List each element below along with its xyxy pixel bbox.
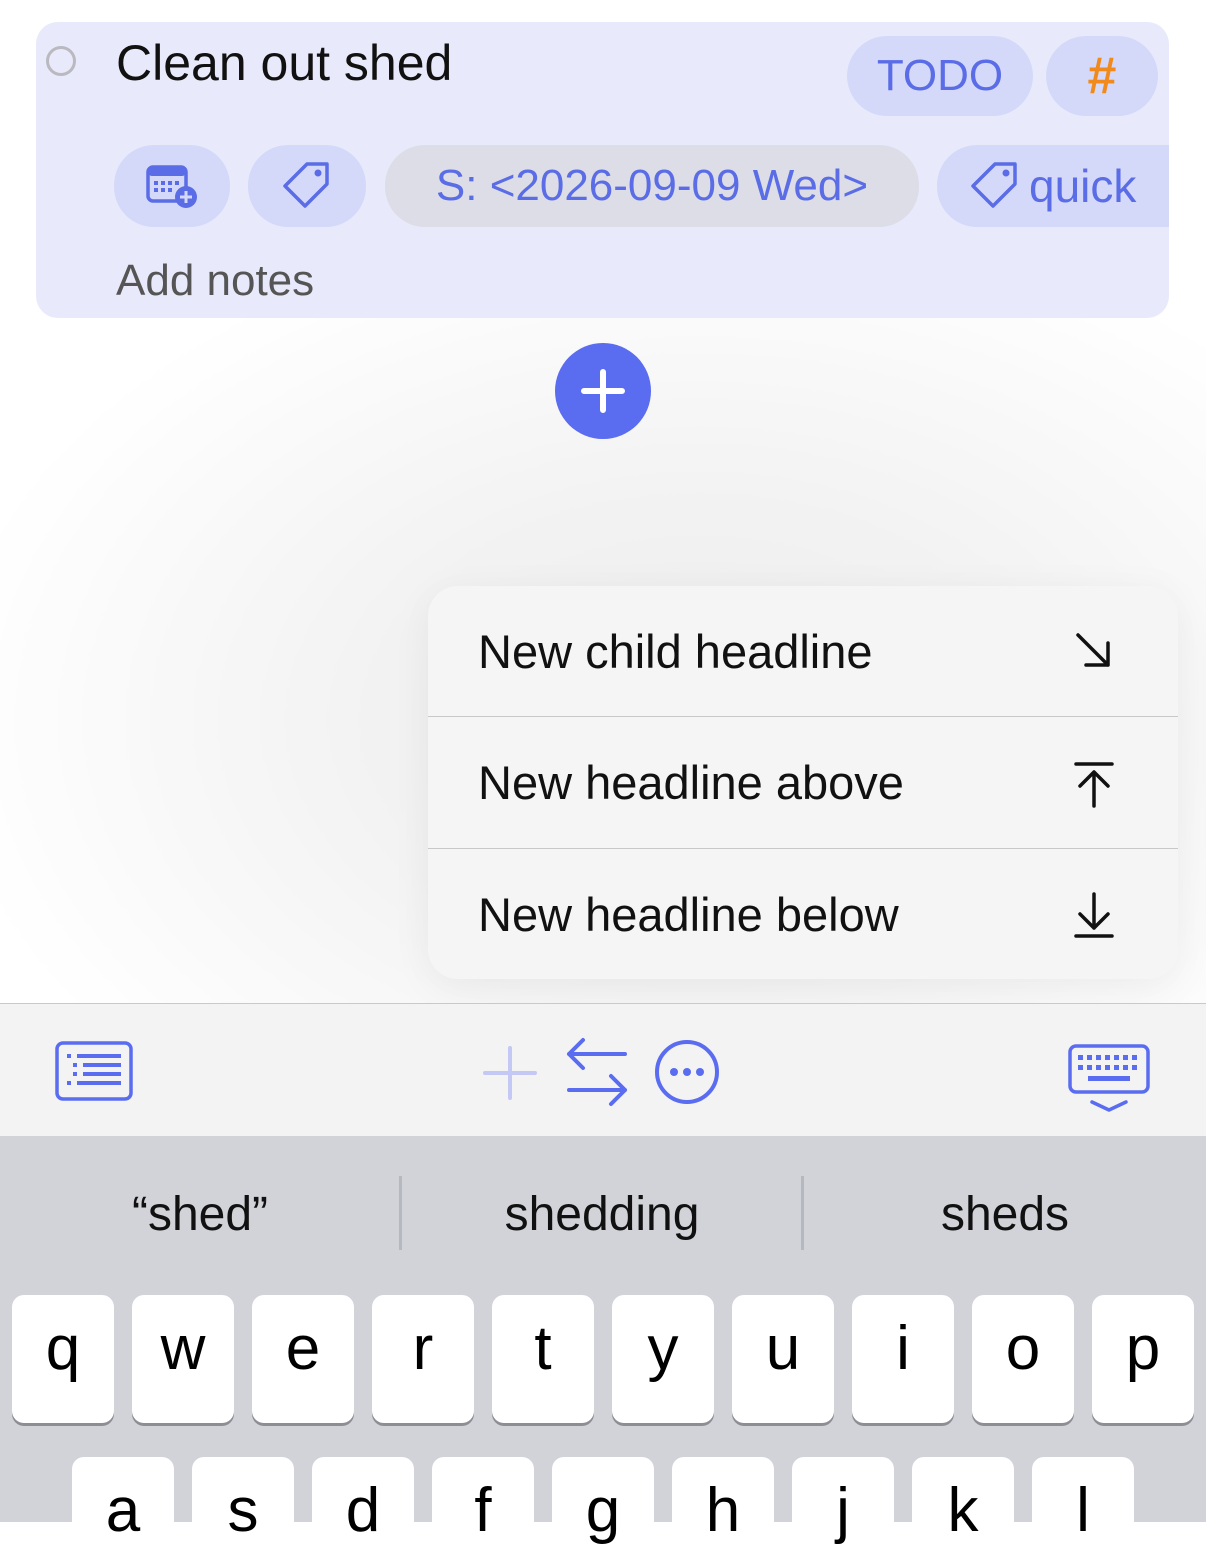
key-g[interactable]: g (552, 1457, 654, 1545)
arrow-down-right-icon (1076, 633, 1110, 667)
calendar-add-icon (146, 165, 197, 208)
keyboard-dismiss-icon[interactable] (1068, 1044, 1150, 1114)
outline-list-icon[interactable] (55, 1041, 133, 1103)
key-e[interactable]: e (252, 1295, 354, 1423)
key-w[interactable]: w (132, 1295, 234, 1423)
key-q[interactable]: q (12, 1295, 114, 1423)
key-h[interactable]: h (672, 1457, 774, 1545)
editor-toolbar (0, 1003, 1206, 1137)
key-i[interactable]: i (852, 1295, 954, 1423)
key-y[interactable]: y (612, 1295, 714, 1423)
plus-icon (581, 369, 625, 413)
menu-item-label: New headline above (478, 756, 904, 809)
notes-field[interactable]: Add notes (116, 256, 314, 306)
menu-item-new-headline-below[interactable]: New headline below (428, 849, 1178, 979)
hash-button[interactable]: # (1046, 36, 1158, 116)
key-t[interactable]: t (492, 1295, 594, 1423)
key-j[interactable]: j (792, 1457, 894, 1545)
key-p[interactable]: p (1092, 1295, 1194, 1423)
suggestion-3[interactable]: sheds (804, 1176, 1206, 1252)
key-r[interactable]: r (372, 1295, 474, 1423)
arrow-up-to-line-icon (1074, 762, 1114, 808)
tag-chip-label: quick (1029, 160, 1137, 212)
swap-arrows-icon[interactable] (563, 1034, 631, 1110)
tag-icon (971, 162, 1017, 208)
key-u[interactable]: u (732, 1295, 834, 1423)
task-title[interactable]: Clean out shed (116, 34, 452, 92)
key-a[interactable]: a (72, 1457, 174, 1545)
scheduled-date-chip[interactable]: S: <2026-09-09 Wed> (385, 145, 919, 227)
add-headline-menu: New child headline New headline above Ne… (428, 586, 1178, 979)
add-headline-button[interactable] (555, 343, 651, 439)
menu-item-label: New headline below (478, 888, 899, 941)
key-o[interactable]: o (972, 1295, 1074, 1423)
todo-status-button[interactable]: TODO (847, 36, 1033, 116)
tag-icon (283, 162, 329, 208)
menu-item-new-headline-above[interactable]: New headline above (428, 717, 1178, 848)
add-date-button[interactable] (114, 145, 230, 227)
key-f[interactable]: f (432, 1457, 534, 1545)
menu-item-label: New child headline (478, 625, 873, 678)
key-k[interactable]: k (912, 1457, 1014, 1545)
tag-chip-quick[interactable]: quick (937, 145, 1169, 227)
key-d[interactable]: d (312, 1457, 414, 1545)
menu-item-new-child-headline[interactable]: New child headline (428, 586, 1178, 717)
more-options-icon[interactable] (653, 1038, 721, 1106)
suggestion-2[interactable]: shedding (402, 1176, 802, 1252)
key-s[interactable]: s (192, 1457, 294, 1545)
key-l[interactable]: l (1032, 1457, 1134, 1545)
task-checkbox[interactable] (46, 46, 76, 76)
add-tag-button[interactable] (248, 145, 366, 227)
suggestion-1[interactable]: “shed” (0, 1176, 400, 1252)
arrow-down-to-line-icon (1074, 892, 1114, 938)
plus-icon[interactable] (481, 1044, 539, 1102)
